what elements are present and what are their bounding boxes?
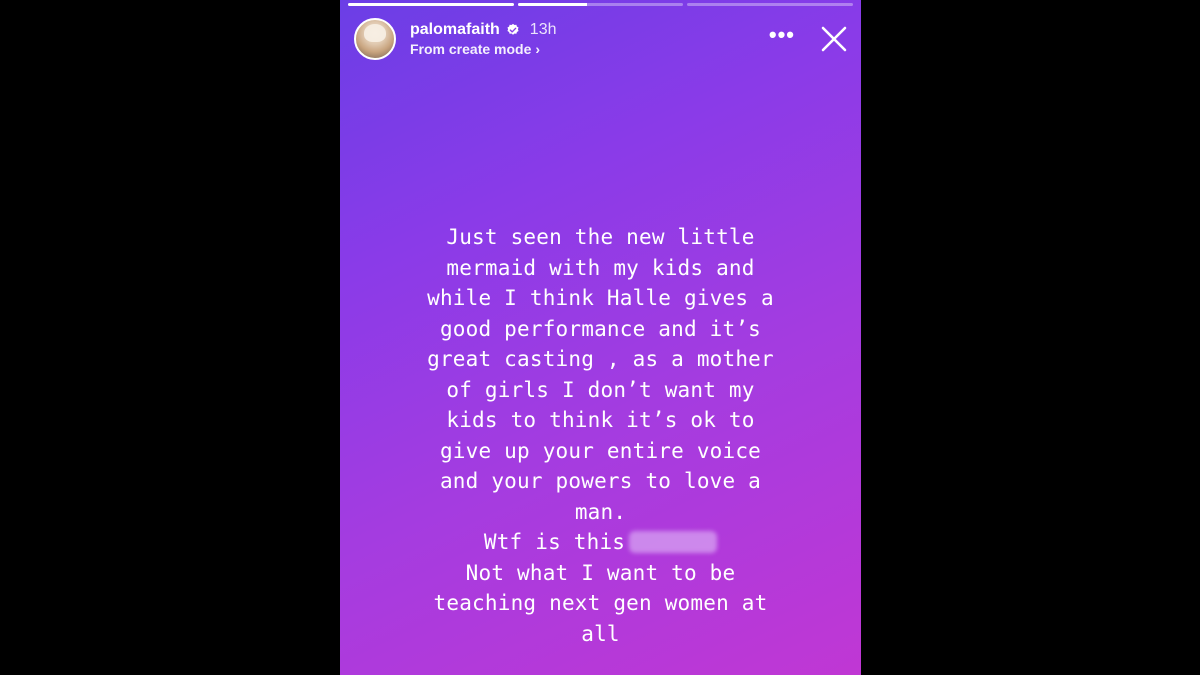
avatar[interactable]: [354, 18, 396, 60]
story-text-line: and your powers to love a: [439, 469, 762, 493]
story-text-line: give up your entire voice: [439, 438, 762, 463]
more-options-button[interactable]: •••: [769, 24, 795, 46]
verified-badge-icon: [507, 23, 519, 35]
progress-segment: [348, 3, 514, 6]
story-text-line: kids to think it’s ok to: [446, 408, 755, 432]
story-text-line: of girls I don’t want my: [446, 377, 755, 402]
create-mode-link[interactable]: From create mode ›: [410, 41, 557, 57]
story-text-line: Wtf is this: [483, 530, 626, 554]
story-meta: palomafaith 13h From create mode ›: [410, 21, 557, 57]
progress-segment-fill: [517, 3, 588, 6]
create-mode-label: From create mode: [410, 41, 532, 57]
post-time: 13h: [529, 21, 557, 38]
story-progress-bar: [348, 3, 854, 6]
progress-segment: [687, 3, 854, 6]
story-text-line: Just seen the new little: [446, 225, 755, 249]
story-header: palomafaith 13h From create mode › •••: [354, 16, 851, 62]
story-text-line: mermaid with my kids and: [446, 255, 755, 280]
screen: palomafaith 13h From create mode › ••• J…: [0, 0, 1200, 675]
story-actions: •••: [769, 24, 851, 54]
story-text-line-with-blur: Wtf is this: [360, 527, 841, 558]
story-text: Just seen the new little mermaid with my…: [360, 222, 841, 649]
story-text-line: Not what I want to be: [465, 560, 736, 585]
progress-segment: [517, 3, 684, 6]
story-text-line: man.: [574, 499, 627, 524]
story-meta-row: palomafaith 13h: [410, 21, 557, 39]
progress-segment-fill: [348, 3, 514, 6]
story-text-line: good performance and it’s: [439, 316, 762, 341]
username[interactable]: palomafaith: [410, 21, 500, 39]
story-text-line: while I think Halle gives a: [427, 286, 774, 310]
story-viewer[interactable]: palomafaith 13h From create mode › ••• J…: [340, 0, 861, 675]
chevron-right-icon: ›: [535, 41, 541, 57]
story-text-line: teaching next gen women at: [433, 591, 768, 615]
close-icon[interactable]: [819, 24, 849, 54]
story-text-line: all: [581, 621, 620, 646]
story-text-line: great casting , as a mother: [427, 347, 774, 371]
blurred-emoji: [629, 531, 718, 553]
